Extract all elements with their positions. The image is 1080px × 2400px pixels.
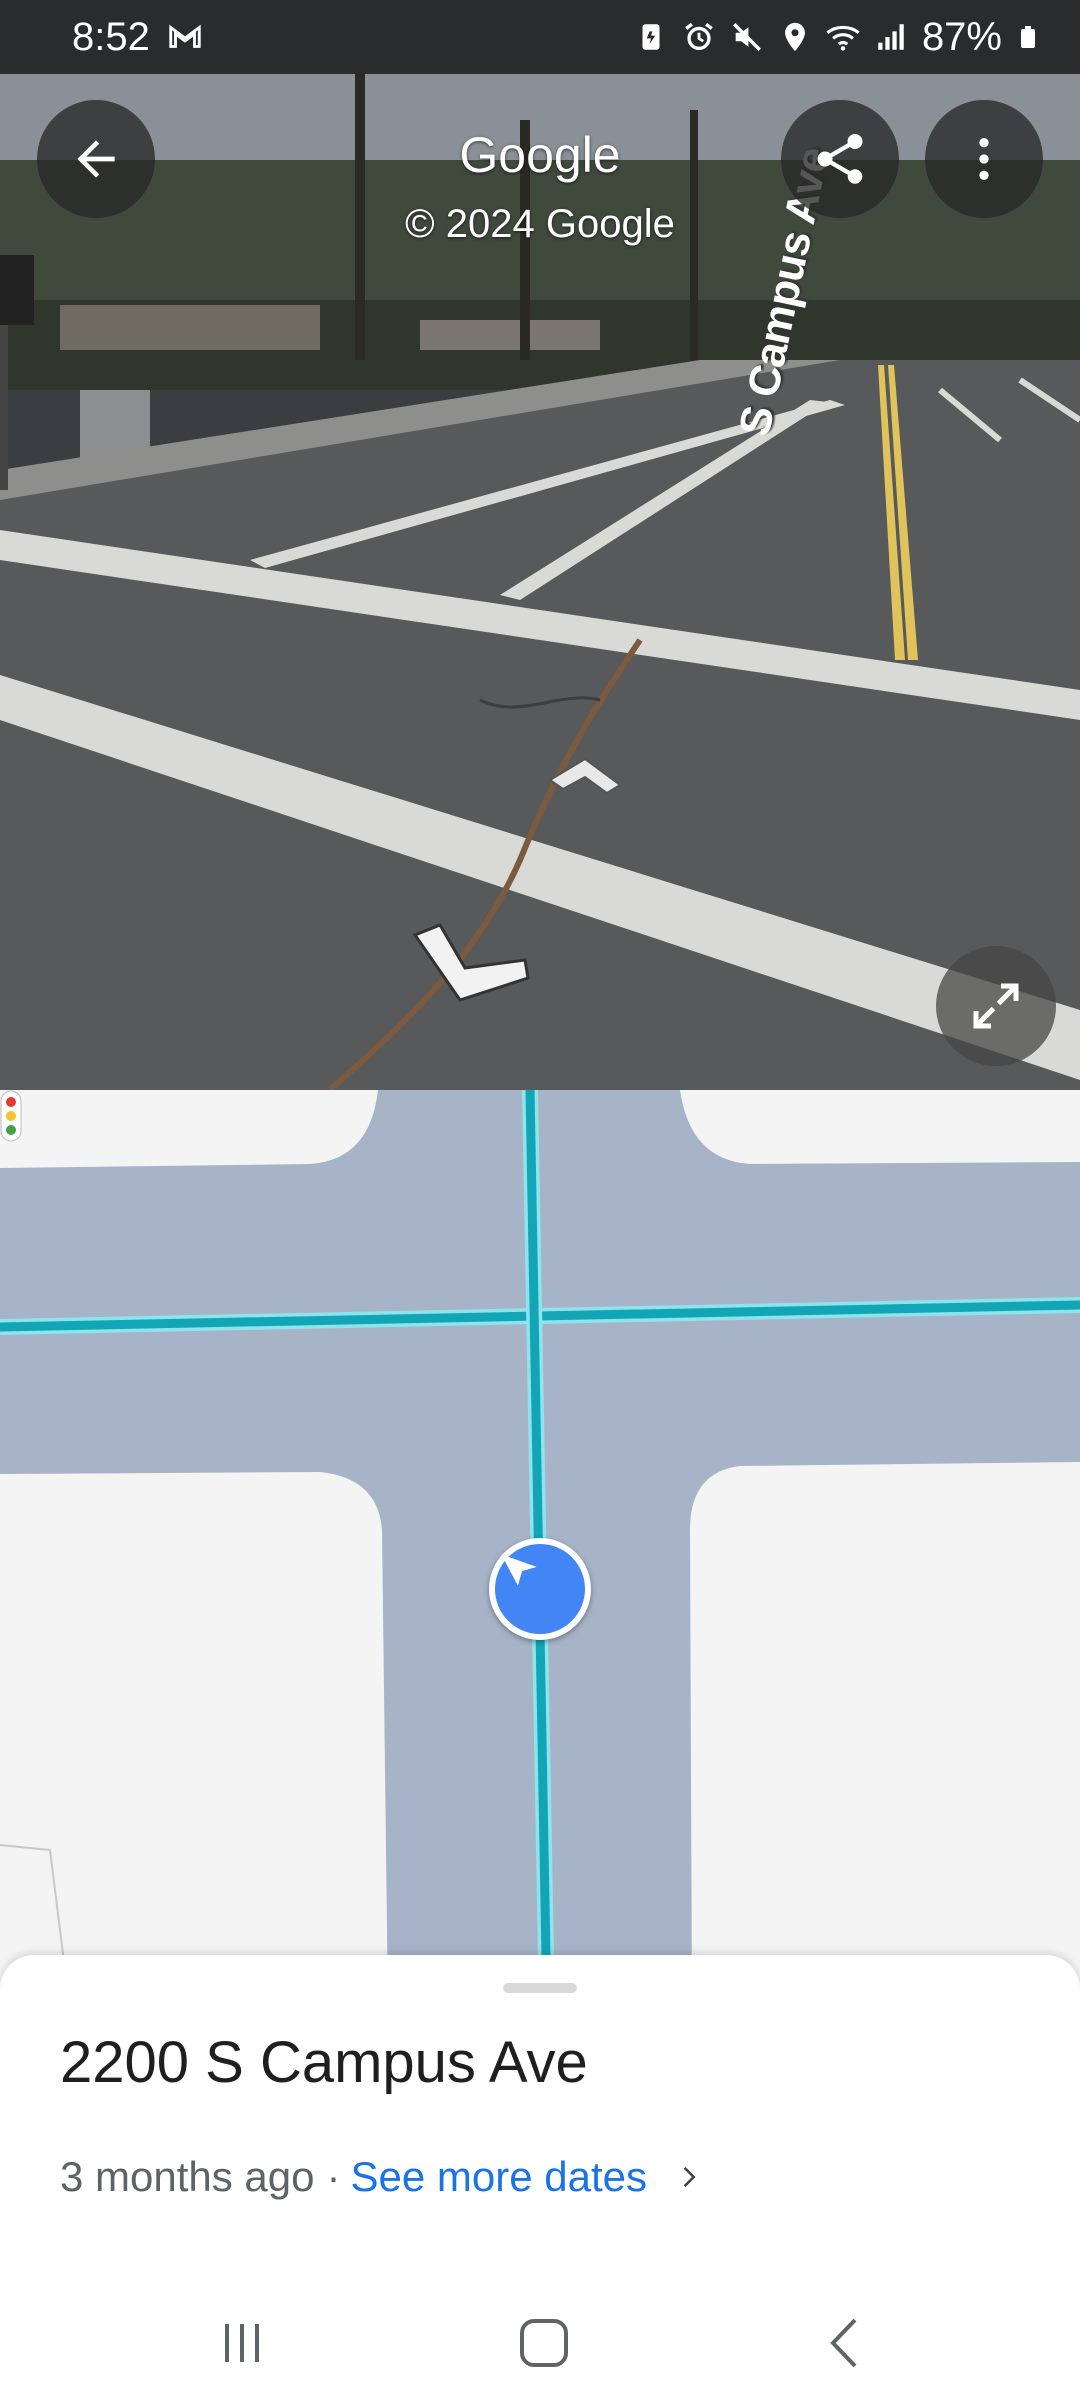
current-location-marker[interactable] — [489, 1538, 591, 1640]
battery-saver-icon — [642, 24, 660, 50]
street-view-panorama[interactable]: S Campus Ave Google © 2024 Google — [0, 0, 1080, 1090]
capture-date-row: 3 months ago · See more dates — [60, 2153, 703, 2201]
home-icon — [520, 2319, 568, 2367]
direction-arrow-icon — [501, 1554, 537, 1586]
battery-icon — [1021, 26, 1035, 48]
place-details-sheet[interactable]: 2200 S Campus Ave 3 months ago · See mor… — [0, 1955, 1080, 2285]
page-title: Google — [459, 127, 621, 183]
location-icon — [785, 22, 805, 52]
status-bar: 8:52 87% — [0, 0, 1080, 74]
battery-percent: 87% — [921, 14, 1002, 59]
traffic-light-icon — [0, 1090, 22, 1142]
system-navigation-bar — [0, 2285, 1080, 2400]
chevron-right-icon[interactable] — [673, 2162, 703, 2192]
system-back-button[interactable] — [811, 2310, 881, 2376]
status-time: 8:52 — [72, 14, 150, 59]
recents-icon — [225, 2324, 259, 2362]
separator-dot: · — [326, 2153, 341, 2200]
share-button[interactable] — [781, 100, 899, 218]
recents-button[interactable] — [207, 2310, 277, 2376]
back-icon — [830, 2318, 857, 2368]
mute-icon — [732, 23, 761, 51]
more-vert-icon — [979, 138, 989, 180]
alarm-icon — [685, 22, 713, 51]
map-view[interactable] — [0, 1090, 1080, 2010]
expand-icon — [973, 983, 1019, 1029]
address-title: 2200 S Campus Ave — [60, 2030, 588, 2095]
see-more-dates-link[interactable]: See more dates — [351, 2153, 648, 2201]
move-forward-arrow[interactable] — [545, 755, 625, 805]
move-backward-arrow[interactable] — [410, 920, 530, 1010]
home-button[interactable] — [509, 2310, 579, 2376]
gmail-icon — [169, 24, 201, 48]
more-options-button[interactable] — [925, 100, 1043, 218]
copyright-text: © 2024 Google — [405, 202, 675, 246]
share-icon — [817, 134, 863, 184]
signal-icon — [878, 24, 904, 50]
wifi-icon — [826, 25, 860, 51]
drag-handle[interactable] — [503, 1983, 577, 1993]
capture-age: 3 months ago — [60, 2153, 315, 2200]
fullscreen-button[interactable] — [936, 946, 1056, 1066]
